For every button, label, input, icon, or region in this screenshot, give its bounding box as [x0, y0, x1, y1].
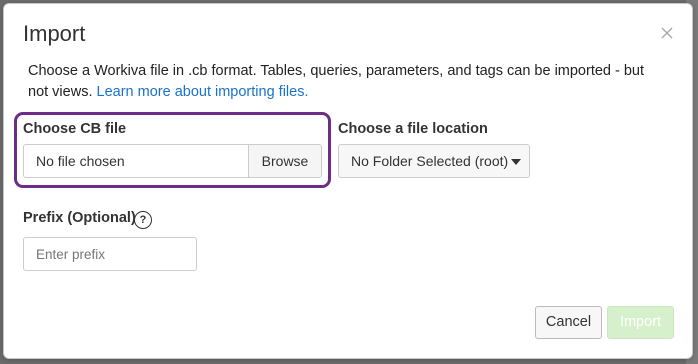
prefix-input[interactable]	[23, 237, 197, 271]
location-selected-value: No Folder Selected (root)	[351, 153, 509, 169]
cb-file-label: Choose CB file	[23, 121, 127, 137]
dialog-title: Import	[23, 21, 86, 46]
import-dialog: Import Choose a Workiva file in .cb form…	[3, 3, 693, 359]
location-label: Choose a file location	[338, 121, 488, 137]
dialog-description: Choose a Workiva file in .cb format. Tab…	[28, 61, 668, 103]
learn-more-link[interactable]: Learn more about importing files.	[97, 84, 309, 100]
chevron-down-icon	[511, 159, 521, 165]
location-select[interactable]: No Folder Selected (root)	[338, 144, 530, 178]
close-button[interactable]	[658, 24, 676, 42]
cancel-button[interactable]: Cancel	[535, 306, 602, 339]
cb-file-input[interactable]: No file chosen Browse	[23, 144, 322, 178]
help-icon[interactable]: ?	[134, 211, 152, 229]
cb-file-value: No file chosen	[36, 153, 125, 169]
close-icon	[661, 27, 673, 39]
browse-button[interactable]: Browse	[248, 145, 321, 177]
import-button[interactable]: Import	[607, 306, 674, 339]
prefix-label: Prefix (Optional)	[23, 210, 136, 226]
